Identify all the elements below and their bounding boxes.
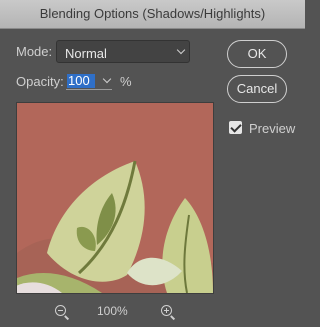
mode-value: Normal: [65, 46, 107, 61]
opacity-unit: %: [120, 74, 132, 89]
dialog-titlebar[interactable]: Blending Options (Shadows/Highlights): [0, 0, 305, 29]
preview-checkbox[interactable]: [229, 121, 242, 134]
ok-button-label: OK: [247, 46, 267, 61]
cancel-button-label: Cancel: [236, 81, 278, 96]
preview-image[interactable]: [16, 102, 214, 294]
zoom-in-icon[interactable]: [161, 305, 172, 316]
opacity-label: Opacity:: [16, 74, 64, 89]
cancel-button[interactable]: Cancel: [227, 75, 287, 103]
preview-label: Preview: [249, 121, 296, 136]
opacity-dropdown-icon[interactable]: [102, 74, 112, 84]
plant-photo: [17, 103, 213, 293]
zoom-level: 100%: [97, 304, 128, 318]
opacity-input-underline: [66, 89, 112, 90]
ok-button[interactable]: OK: [227, 40, 287, 68]
zoom-out-icon[interactable]: [55, 305, 66, 316]
opacity-input[interactable]: 100: [67, 74, 95, 88]
chevron-down-icon: [176, 45, 186, 55]
mode-select[interactable]: Normal: [56, 40, 190, 63]
dialog-title: Blending Options (Shadows/Highlights): [39, 6, 266, 21]
mode-label: Mode:: [16, 44, 53, 59]
